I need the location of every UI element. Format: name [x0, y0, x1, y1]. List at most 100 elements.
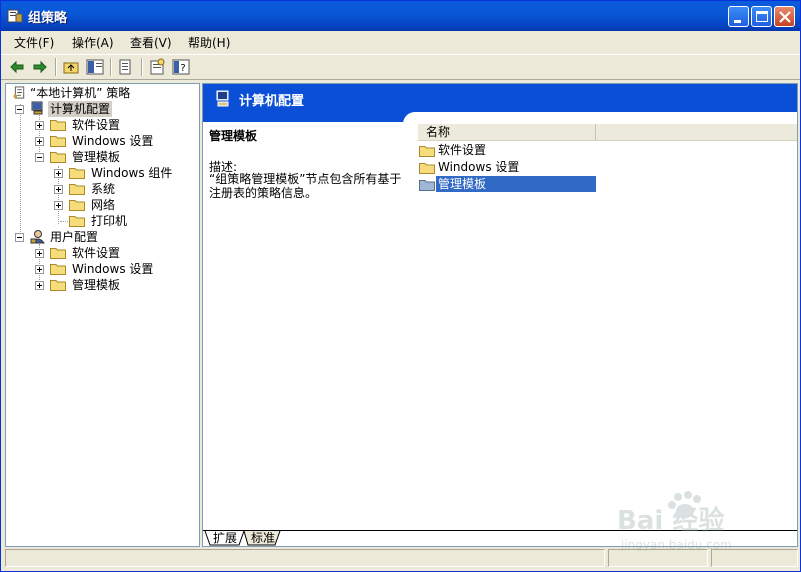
details-pane: 计算机配置 管理模板 描述: “组策略管理模板”节点包含所有基于注册表的策略信息… — [202, 83, 798, 547]
toolbar: ? — [1, 54, 800, 80]
status-panel — [711, 549, 798, 567]
menu-help[interactable]: 帮助(H) — [188, 34, 230, 51]
column-header-name[interactable]: 名称 — [418, 124, 596, 140]
tree-label: 软件设置 — [72, 118, 121, 132]
expand-toggle[interactable] — [35, 249, 44, 258]
toolbar-separator — [110, 58, 112, 76]
tree-node-user-admin-templates[interactable]: 管理模板 — [10, 277, 195, 293]
tree-node-user-windows-settings[interactable]: Windows 设置 — [10, 261, 195, 277]
tree-node-user-config[interactable]: 用户配置 — [10, 229, 195, 245]
list-header: 名称 — [418, 124, 797, 141]
tree-pane: “本地计算机” 策略 计算机配置 软件设置 Windows 设置 管理模板 Wi — [5, 83, 200, 547]
group-policy-app-icon — [7, 9, 23, 23]
tree-node-root[interactable]: “本地计算机” 策略 — [10, 85, 195, 101]
expand-toggle[interactable] — [54, 201, 63, 210]
description-title: 管理模板 — [209, 129, 258, 143]
help-icon[interactable]: ? — [172, 58, 190, 76]
tree-label: 管理模板 — [72, 278, 121, 292]
baidu-watermark: Bai 经验 jingyan.baidu.com — [617, 491, 732, 551]
collapse-toggle[interactable] — [35, 153, 44, 162]
watermark-brand: Bai 经验 — [617, 505, 724, 536]
tree-node-computer-software-settings[interactable]: 软件设置 — [10, 117, 195, 133]
tree-node-windows-components[interactable]: Windows 组件 — [10, 165, 195, 181]
folder-icon — [69, 184, 85, 195]
folder-icon — [419, 163, 435, 174]
back-arrow-icon[interactable] — [8, 58, 26, 76]
header-curve — [403, 112, 797, 124]
up-folder-icon[interactable] — [62, 58, 80, 76]
policy-scroll-icon — [13, 86, 25, 99]
tree-label: Windows 组件 — [91, 166, 173, 180]
status-panel — [608, 549, 708, 567]
expand-toggle[interactable] — [35, 265, 44, 274]
status-bar — [5, 549, 798, 569]
properties-icon[interactable] — [148, 58, 166, 76]
toolbar-separator — [55, 58, 57, 76]
tree-node-network[interactable]: 网络 — [10, 197, 195, 213]
tab-extended[interactable]: 扩展 — [209, 531, 241, 545]
folder-icon — [50, 152, 66, 163]
tree-label: 系统 — [91, 182, 116, 196]
tree-label: Windows 设置 — [72, 134, 154, 148]
minimize-icon — [734, 20, 741, 23]
tree-label: 用户配置 — [50, 230, 99, 244]
tree-label: “本地计算机” 策略 — [30, 86, 131, 100]
tree-node-computer-windows-settings[interactable]: Windows 设置 — [10, 133, 195, 149]
tree-node-printers[interactable]: 打印机 — [10, 213, 195, 229]
computer-icon — [216, 90, 229, 107]
toolbar-separator — [141, 58, 143, 76]
list-item-label: 软件设置 — [438, 143, 487, 157]
details-header-title: 计算机配置 — [239, 94, 305, 109]
folder-icon — [419, 146, 435, 157]
list-item-label: Windows 设置 — [438, 160, 520, 174]
expand-toggle[interactable] — [35, 121, 44, 130]
folder-icon — [69, 168, 85, 179]
menu-action[interactable]: 操作(A) — [72, 34, 114, 51]
collapse-toggle[interactable] — [15, 105, 24, 114]
minimize-button[interactable] — [728, 6, 749, 27]
tree-node-computer-config[interactable]: 计算机配置 — [10, 101, 195, 117]
folder-icon — [50, 120, 66, 131]
folder-icon — [50, 136, 66, 147]
status-panel — [5, 549, 605, 567]
tree-node-computer-admin-templates[interactable]: 管理模板 — [10, 149, 195, 165]
folder-icon — [419, 180, 435, 191]
tree-label: 管理模板 — [72, 150, 121, 164]
tree-node-system[interactable]: 系统 — [10, 181, 195, 197]
folder-icon — [69, 200, 85, 211]
tab-standard[interactable]: 标准 — [247, 531, 279, 545]
computer-icon — [31, 101, 43, 115]
close-button[interactable] — [774, 6, 795, 27]
menu-bar: 文件(F) 操作(A) 查看(V) 帮助(H) — [1, 31, 800, 53]
folder-icon — [69, 216, 85, 227]
details-header: 计算机配置 — [203, 84, 797, 124]
user-icon — [30, 230, 46, 244]
menu-file[interactable]: 文件(F) — [14, 34, 54, 51]
window-title: 组策略 — [28, 11, 68, 26]
folder-icon — [50, 280, 66, 291]
menu-view[interactable]: 查看(V) — [130, 34, 172, 51]
expand-toggle[interactable] — [35, 281, 44, 290]
close-icon — [779, 11, 791, 23]
tree-node-user-software-settings[interactable]: 软件设置 — [10, 245, 195, 261]
list-item-selected[interactable]: 管理模板 — [418, 176, 618, 192]
expand-toggle[interactable] — [54, 185, 63, 194]
collapse-toggle[interactable] — [15, 233, 24, 242]
forward-arrow-icon[interactable] — [31, 58, 49, 76]
group-policy-window: 组策略 文件(F) 操作(A) 查看(V) 帮助(H) ? “本地计算机” 策略… — [0, 0, 801, 572]
tree-label: 打印机 — [91, 214, 128, 228]
list-item[interactable]: Windows 设置 — [418, 159, 618, 175]
expand-toggle[interactable] — [54, 169, 63, 178]
maximize-icon — [756, 11, 768, 22]
maximize-button[interactable] — [751, 6, 772, 27]
export-list-icon[interactable] — [117, 58, 135, 76]
svg-text:?: ? — [180, 63, 185, 74]
show-tree-icon[interactable] — [86, 58, 104, 76]
folder-icon — [50, 248, 66, 259]
tree-label: 网络 — [91, 198, 116, 212]
expand-toggle[interactable] — [35, 137, 44, 146]
tree-label: 计算机配置 — [48, 101, 113, 117]
title-bar[interactable]: 组策略 — [1, 1, 800, 31]
list-item[interactable]: 软件设置 — [418, 142, 618, 158]
list-item-label: 管理模板 — [436, 176, 596, 192]
